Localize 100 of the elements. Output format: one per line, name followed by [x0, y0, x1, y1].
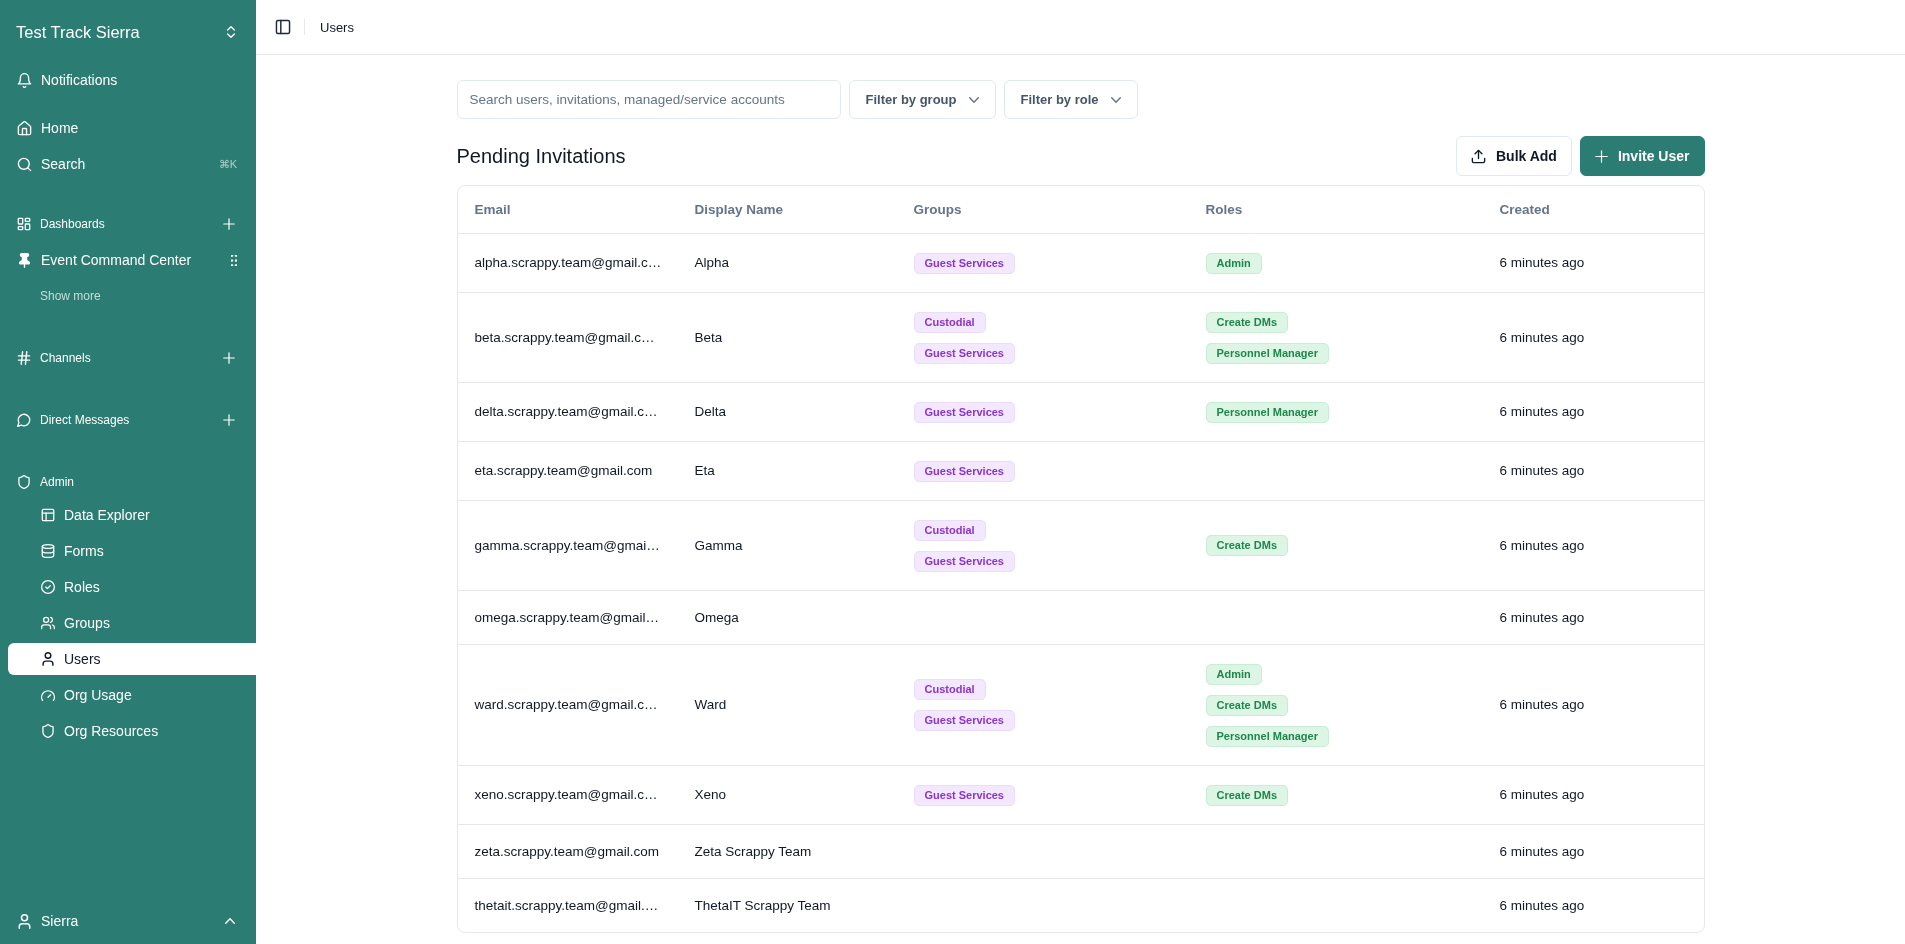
display-name-cell: ThetaIT Scrappy Team [694, 897, 831, 914]
dashboard-grid-icon [17, 217, 31, 231]
role-tag: Create DMs [1205, 784, 1289, 806]
group-tag: Guest Services [913, 550, 1015, 572]
filter-dropdown[interactable]: Filter by role [1003, 80, 1138, 119]
created-cell: 6 minutes ago [1499, 463, 1585, 479]
pin-icon [17, 252, 32, 268]
group-tag: Custodial [913, 311, 986, 333]
workspace-switcher[interactable]: Test Track Sierra [0, 0, 256, 64]
section-header[interactable]: Admin [17, 475, 74, 489]
sidebar-item[interactable]: Groups [0, 607, 256, 639]
invite-user-button[interactable]: Invite User [1579, 136, 1705, 176]
display-name-cell: Gamma [694, 537, 743, 554]
user-icon [17, 913, 32, 929]
chat-bubble-icon [17, 413, 31, 427]
sidebar-item[interactable]: Forms [0, 535, 256, 567]
created-cell: 6 minutes ago [1499, 697, 1585, 713]
email-cell: eta.scrappy.team@gmail.com [474, 463, 653, 479]
email-cell: gamma.scrappy.team@gmai… [474, 537, 660, 554]
group-tag: Guest Services [913, 401, 1015, 423]
column-header: Email [474, 202, 511, 217]
shortcut-hint: ⌘K [218, 157, 237, 171]
plus-icon[interactable] [223, 414, 235, 426]
chevron-up-icon [225, 918, 235, 924]
group-tag: Guest Services [913, 342, 1015, 364]
plus-icon[interactable] [223, 352, 235, 364]
column-header: Created [1499, 202, 1550, 217]
gauge-icon [41, 688, 55, 702]
sidebar-toggle-icon[interactable] [275, 19, 291, 35]
shield-icon [17, 475, 31, 489]
display-name-cell: Ward [694, 697, 727, 713]
email-cell: beta.scrappy.team@gmail.c… [474, 329, 655, 346]
group-tag: Guest Services [913, 460, 1015, 482]
bulk-add-button[interactable]: Bulk Add [1456, 136, 1572, 176]
created-cell: 6 minutes ago [1499, 537, 1585, 554]
display-name-cell: Eta [694, 463, 715, 479]
sidebar-item[interactable]: Search ⌘K [0, 148, 256, 180]
sidebar-item[interactable]: Roles [0, 571, 256, 603]
created-cell: 6 minutes ago [1499, 329, 1585, 346]
user-menu[interactable]: Sierra [0, 901, 256, 941]
search-icon [17, 156, 32, 172]
breadcrumb: Users [320, 19, 354, 35]
column-header: Roles [1205, 202, 1243, 217]
column-header: Display Name [694, 202, 784, 217]
group-tag: Guest Services [913, 710, 1015, 731]
email-cell: thetait.scrappy.team@gmail.… [474, 897, 659, 914]
table-icon [41, 508, 55, 522]
section-title: Pending Invitations [456, 144, 626, 168]
role-tag: Create DMs [1205, 694, 1289, 716]
pinned-dashboard-item[interactable]: Event Command Center [0, 244, 256, 276]
email-cell: xeno.scrappy.team@gmail.c… [474, 787, 658, 803]
shield-icon [41, 724, 55, 738]
plus-icon [1594, 149, 1608, 163]
hash-icon [17, 351, 31, 365]
role-tag: Personnel Manager [1205, 725, 1329, 747]
created-cell: 6 minutes ago [1499, 404, 1585, 420]
display-name-cell: Beta [694, 329, 723, 346]
section-header[interactable]: Channels [17, 351, 91, 365]
sidebar-item[interactable]: Users [8, 643, 256, 675]
filter-dropdown[interactable]: Filter by group [848, 80, 996, 119]
group-tag: Custodial [913, 519, 986, 541]
email-cell: alpha.scrappy.team@gmail.c… [474, 255, 662, 271]
group-tag: Custodial [913, 679, 986, 700]
users-icon [41, 616, 55, 630]
created-cell: 6 minutes ago [1499, 609, 1585, 626]
display-name-cell: Omega [694, 609, 739, 626]
email-cell: omega.scrappy.team@gmail… [474, 609, 660, 626]
email-cell: delta.scrappy.team@gmail.c… [474, 404, 658, 420]
role-tag: Personnel Manager [1205, 342, 1329, 364]
database-icon [41, 544, 55, 558]
chevron-down-icon [968, 96, 979, 103]
display-name-cell: Xeno [694, 787, 727, 803]
display-name-cell: Zeta Scrappy Team [694, 843, 812, 860]
role-tag: Admin [1205, 663, 1262, 685]
created-cell: 6 minutes ago [1499, 843, 1585, 860]
column-header: Groups [913, 202, 962, 217]
display-name-cell: Delta [694, 404, 726, 420]
home-icon [17, 120, 32, 136]
created-cell: 6 minutes ago [1499, 255, 1585, 271]
upload-icon [1471, 148, 1486, 164]
sidebar-item[interactable]: Home [0, 112, 256, 144]
role-tag: Personnel Manager [1205, 401, 1329, 423]
search-field[interactable]: Search users, invitations, managed/service accounts [456, 80, 841, 119]
drag-handle-icon[interactable] [231, 254, 237, 266]
created-cell: 6 minutes ago [1499, 897, 1585, 914]
sidebar-item[interactable]: Org Usage [0, 679, 256, 711]
role-tag: Create DMs [1205, 311, 1289, 333]
sidebar-item[interactable]: Org Resources [0, 715, 256, 747]
role-tag: Admin [1205, 252, 1262, 274]
plus-icon[interactable] [223, 218, 235, 230]
section-header[interactable]: Direct Messages [17, 413, 130, 427]
section-header[interactable]: Dashboards [17, 217, 105, 231]
sidebar-item[interactable]: Notifications [0, 64, 256, 96]
sidebar-item[interactable]: Data Explorer [0, 499, 256, 531]
bell-icon [17, 72, 32, 88]
check-circle-icon [41, 580, 55, 594]
chevron-down-icon [1110, 96, 1121, 103]
show-more-link[interactable]: Show more [40, 280, 101, 312]
group-tag: Guest Services [913, 784, 1015, 806]
display-name-cell: Alpha [694, 255, 730, 271]
